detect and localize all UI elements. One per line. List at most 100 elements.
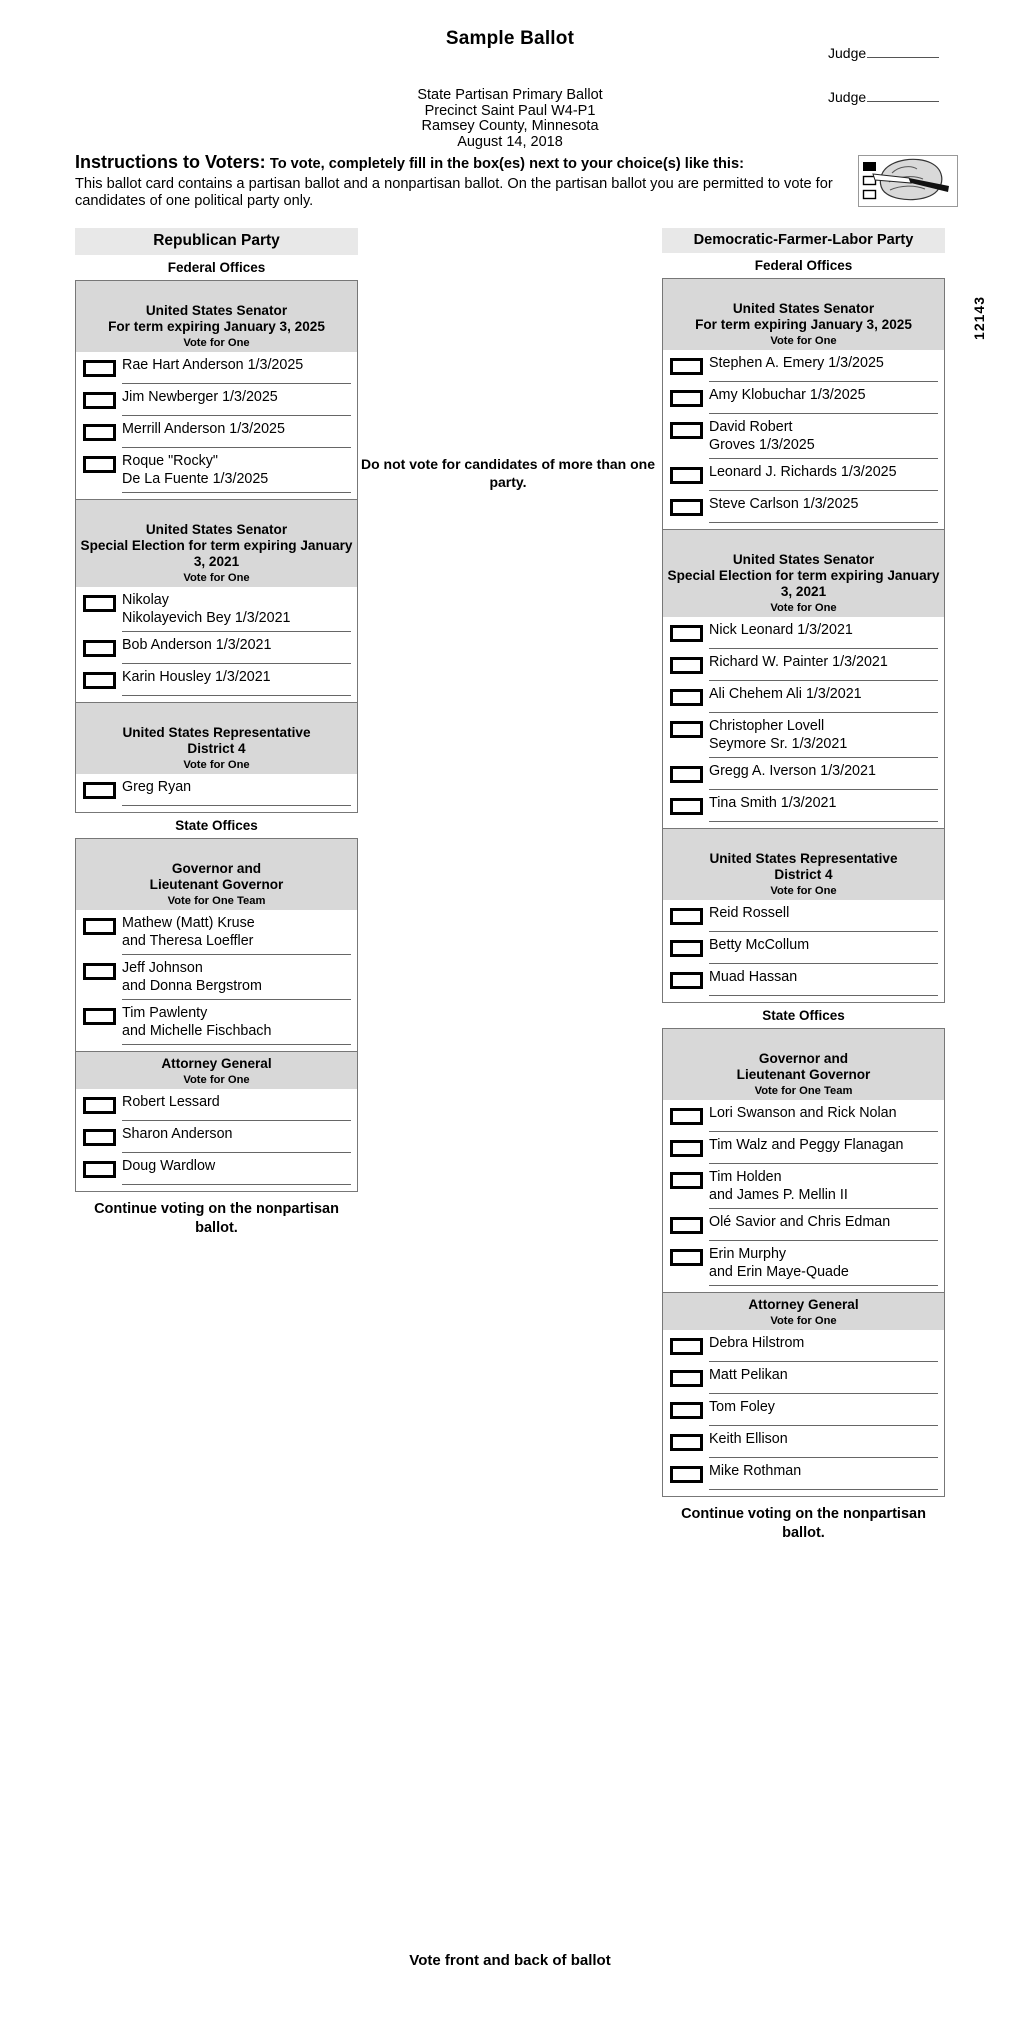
vote-box[interactable] <box>83 392 116 409</box>
candidate-row[interactable]: Rae Hart Anderson 1/3/2025 <box>76 352 357 384</box>
candidate-row[interactable]: Reid Rossell <box>663 900 944 932</box>
vote-box[interactable] <box>670 390 703 407</box>
candidate-row[interactable]: Bob Anderson 1/3/2021 <box>76 632 357 664</box>
candidate-row[interactable]: Tina Smith 1/3/2021 <box>663 790 944 822</box>
contest-title: United States Senator Special Election fo… <box>80 522 353 569</box>
candidate-row[interactable]: Jeff Johnson and Donna Bergstrom <box>76 955 357 1000</box>
vote-box[interactable] <box>670 689 703 706</box>
vote-box[interactable] <box>83 456 116 473</box>
candidate-row[interactable]: Matt Pelikan <box>663 1362 944 1394</box>
vote-box[interactable] <box>670 1217 703 1234</box>
candidate-row[interactable]: Gregg A. Iverson 1/3/2021 <box>663 758 944 790</box>
candidate-name: Robert Lessard <box>122 1094 220 1110</box>
candidate-row[interactable]: Tim Holden and James P. Mellin II <box>663 1164 944 1209</box>
vote-box[interactable] <box>670 625 703 642</box>
vote-box[interactable] <box>670 467 703 484</box>
candidate-row[interactable]: Mike Rothman <box>663 1458 944 1490</box>
candidate-row[interactable]: Merrill Anderson 1/3/2025 <box>76 416 357 448</box>
vote-box[interactable] <box>670 766 703 783</box>
candidate-row[interactable]: Keith Ellison <box>663 1426 944 1458</box>
candidate-row[interactable]: Lori Swanson and Rick Nolan <box>663 1100 944 1132</box>
candidate-row[interactable]: Muad Hassan <box>663 964 944 996</box>
vote-box[interactable] <box>670 657 703 674</box>
candidate-row[interactable]: Betty McCollum <box>663 932 944 964</box>
vote-box[interactable] <box>670 1108 703 1125</box>
candidate-name-wrap: Robert Lessard <box>122 1094 351 1121</box>
candidate-row[interactable]: Mathew (Matt) Kruse and Theresa Loeffler <box>76 910 357 955</box>
vote-box[interactable] <box>670 972 703 989</box>
candidate-name: Lori Swanson and Rick Nolan <box>709 1105 897 1121</box>
vote-box[interactable] <box>670 1434 703 1451</box>
judge-label: Judge <box>828 45 867 61</box>
party-header-dfl: Democratic-Farmer-Labor Party <box>662 228 945 253</box>
vote-box[interactable] <box>83 1161 116 1178</box>
vote-box[interactable] <box>670 358 703 375</box>
vote-box[interactable] <box>83 1008 116 1025</box>
candidate-name: Mathew (Matt) Kruse and Theresa Loeffler <box>122 915 255 949</box>
candidate-name-wrap: Bob Anderson 1/3/2021 <box>122 637 351 664</box>
candidate-name-wrap: Ali Chehem Ali 1/3/2021 <box>709 686 938 713</box>
vote-box[interactable] <box>670 1140 703 1157</box>
candidate-row[interactable]: Sharon Anderson <box>76 1121 357 1153</box>
candidate-row[interactable]: Greg Ryan <box>76 774 357 806</box>
vote-box[interactable] <box>670 721 703 738</box>
candidate-row[interactable]: David Robert Groves 1/3/2025 <box>663 414 944 459</box>
candidate-row[interactable]: Robert Lessard <box>76 1089 357 1121</box>
contest-spacer <box>76 493 357 499</box>
candidate-row[interactable]: Debra Hilstrom <box>663 1330 944 1362</box>
vote-box[interactable] <box>670 1338 703 1355</box>
contest: Attorney General Vote for One Debra Hilstr… <box>662 1293 945 1497</box>
vote-box[interactable] <box>83 595 116 612</box>
vote-box[interactable] <box>670 422 703 439</box>
candidate-row[interactable]: Ali Chehem Ali 1/3/2021 <box>663 681 944 713</box>
vote-box[interactable] <box>83 672 116 689</box>
candidate-name: Jim Newberger 1/3/2025 <box>122 389 278 405</box>
election-info-line: State Partisan Primary Ballot <box>417 87 603 103</box>
candidate-name-wrap: Reid Rossell <box>709 905 938 932</box>
vote-box[interactable] <box>83 360 116 377</box>
vote-box[interactable] <box>670 908 703 925</box>
candidate-name: Keith Ellison <box>709 1431 788 1447</box>
candidate-name: Bob Anderson 1/3/2021 <box>122 637 272 653</box>
vote-box[interactable] <box>83 918 116 935</box>
vote-box[interactable] <box>670 1172 703 1189</box>
vote-box[interactable] <box>670 940 703 957</box>
vote-box[interactable] <box>670 1249 703 1266</box>
candidate-row[interactable]: Doug Wardlow <box>76 1153 357 1185</box>
candidate-row[interactable]: Steve Carlson 1/3/2025 <box>663 491 944 523</box>
candidate-row[interactable]: Amy Klobuchar 1/3/2025 <box>663 382 944 414</box>
candidate-row[interactable]: Jim Newberger 1/3/2025 <box>76 384 357 416</box>
vote-box[interactable] <box>670 1402 703 1419</box>
vote-box[interactable] <box>83 1129 116 1146</box>
candidate-row[interactable]: Leonard J. Richards 1/3/2025 <box>663 459 944 491</box>
vote-box[interactable] <box>670 798 703 815</box>
vote-box[interactable] <box>83 424 116 441</box>
vote-box[interactable] <box>83 1097 116 1114</box>
vote-box[interactable] <box>670 499 703 516</box>
candidate-row[interactable]: Richard W. Painter 1/3/2021 <box>663 649 944 681</box>
candidate-name-wrap: Leonard J. Richards 1/3/2025 <box>709 464 938 491</box>
candidate-row[interactable]: Karin Housley 1/3/2021 <box>76 664 357 696</box>
candidate-row[interactable]: Olé Savior and Chris Edman <box>663 1209 944 1241</box>
candidate-row[interactable]: Tim Walz and Peggy Flanagan <box>663 1132 944 1164</box>
vote-box[interactable] <box>83 782 116 799</box>
vote-box[interactable] <box>670 1466 703 1483</box>
candidate-row[interactable]: Nikolay Nikolayevich Bey 1/3/2021 <box>76 587 357 632</box>
candidate-row[interactable]: Tim Pawlenty and Michelle Fischbach <box>76 1000 357 1045</box>
contest-vote-for: Vote for One <box>183 572 250 584</box>
candidate-row[interactable]: Stephen A. Emery 1/3/2025 <box>663 350 944 382</box>
contest: United States Senator Special Election fo… <box>75 500 358 703</box>
vote-box[interactable] <box>83 963 116 980</box>
candidate-name-wrap: Nick Leonard 1/3/2021 <box>709 622 938 649</box>
contest-vote-for: Vote for One <box>770 602 837 614</box>
vote-box[interactable] <box>83 640 116 657</box>
candidate-row[interactable]: Roque "Rocky" De La Fuente 1/3/2025 <box>76 448 357 493</box>
contest: United States Senator Special Election fo… <box>662 530 945 829</box>
contest-spacer <box>76 1045 357 1051</box>
candidate-name: Nikolay Nikolayevich Bey 1/3/2021 <box>122 592 291 626</box>
candidate-row[interactable]: Tom Foley <box>663 1394 944 1426</box>
candidate-row[interactable]: Erin Murphy and Erin Maye-Quade <box>663 1241 944 1286</box>
candidate-row[interactable]: Christopher Lovell Seymore Sr. 1/3/2021 <box>663 713 944 758</box>
candidate-row[interactable]: Nick Leonard 1/3/2021 <box>663 617 944 649</box>
vote-box[interactable] <box>670 1370 703 1387</box>
